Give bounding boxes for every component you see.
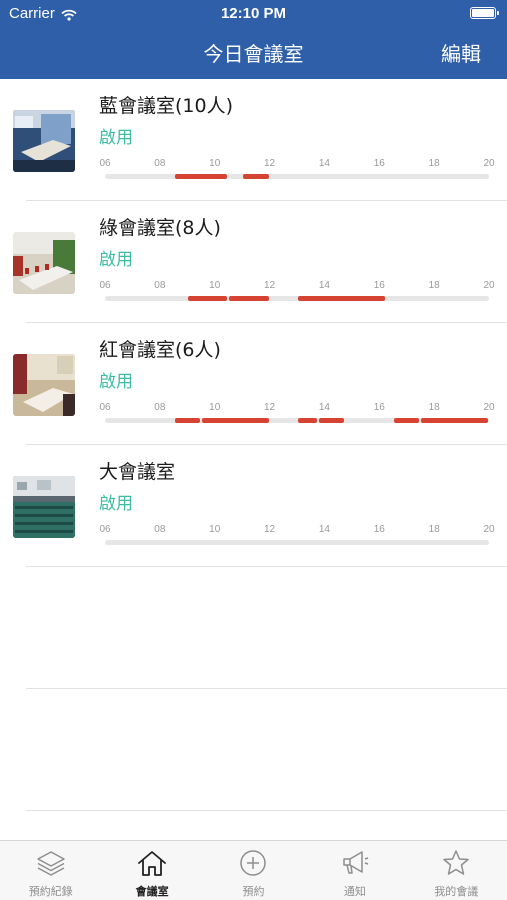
- booking-segment: [318, 418, 344, 423]
- timeline-tick-label: 10: [209, 524, 221, 535]
- timeline-tick-label: 06: [99, 158, 111, 169]
- timeline-tick-label: 10: [209, 402, 221, 413]
- timeline-track: [105, 174, 489, 179]
- tab-my-meetings[interactable]: 我的會議: [406, 841, 507, 900]
- navigation-header: Carrier 12:10 PM 今日會議室 編輯: [0, 0, 507, 79]
- timeline-tick-label: 12: [264, 402, 276, 413]
- timeline-tick-label: 20: [483, 158, 495, 169]
- room-row[interactable]: 藍會議室(10人) 啟用 06 08 10 12 14 16 18 20: [0, 79, 507, 201]
- status-time: 12:10 PM: [220, 5, 287, 22]
- room-name: 綠會議室(8人): [99, 217, 221, 239]
- timeline-tick-label: 06: [99, 280, 111, 291]
- timeline-tick-label: 16: [373, 158, 385, 169]
- tab-meeting-rooms[interactable]: 會議室: [101, 841, 202, 900]
- tab-label: 預約: [242, 885, 265, 898]
- timeline-tick-label: 20: [483, 402, 495, 413]
- room-status: 啟用: [99, 372, 133, 392]
- booking-segment: [174, 418, 200, 423]
- booking-segment: [202, 418, 269, 423]
- room-status: 啟用: [99, 128, 133, 148]
- room-name: 藍會議室(10人): [99, 95, 234, 117]
- empty-row: [0, 689, 507, 811]
- timeline-tick-label: 06: [99, 402, 111, 413]
- tab-label: 我的會議: [434, 885, 479, 898]
- timeline-tick-label: 18: [428, 280, 440, 291]
- room-list: 藍會議室(10人) 啟用 06 08 10 12 14 16 18 20 綠會議室(8人) 啟…: [0, 79, 507, 811]
- timeline-track: [105, 540, 489, 545]
- megaphone-icon: [343, 851, 369, 874]
- booking-segment: [174, 174, 228, 179]
- timeline-tick-label: 08: [154, 280, 166, 291]
- edit-button[interactable]: 編輯: [441, 38, 481, 67]
- timeline-tick-label: 12: [264, 280, 276, 291]
- timeline-tick-label: 18: [428, 524, 440, 535]
- timeline-track: [105, 296, 489, 301]
- room-photo-blue: [13, 110, 75, 172]
- room-name: 大會議室: [99, 461, 176, 483]
- timeline-tick-label: 08: [154, 524, 166, 535]
- room-name: 紅會議室(6人): [99, 339, 221, 361]
- battery-icon: [470, 7, 499, 19]
- booking-segment: [421, 418, 488, 423]
- page-title: 今日會議室: [203, 42, 304, 66]
- home-icon: [138, 851, 166, 876]
- tab-reservation-history[interactable]: 預約紀錄: [0, 841, 101, 900]
- layers-icon: [36, 851, 65, 876]
- timeline-tick-label: 14: [318, 402, 330, 413]
- timeline-track: [105, 418, 489, 423]
- timeline-tick-label: 16: [373, 280, 385, 291]
- timeline-tick-label: 08: [154, 158, 166, 169]
- timeline-tick-label: 12: [264, 524, 276, 535]
- tab-label: 預約紀錄: [28, 885, 73, 898]
- room-status: 啟用: [99, 494, 133, 514]
- timeline-ticks: 06 08 10 12 14 16 18 20: [99, 280, 499, 292]
- timeline-tick-label: 16: [373, 524, 385, 535]
- booking-segment: [243, 174, 269, 179]
- room-row[interactable]: 大會議室 啟用 06 08 10 12 14 16 18 20: [0, 445, 507, 567]
- tab-bar: 預約紀錄 會議室 預約 通知 我的會議: [0, 840, 507, 900]
- timeline-tick-label: 14: [318, 280, 330, 291]
- star-icon: [443, 850, 470, 875]
- empty-row: [0, 567, 507, 689]
- booking-segment: [394, 418, 420, 423]
- timeline-tick-label: 08: [154, 402, 166, 413]
- booking-segment: [229, 296, 269, 301]
- timeline-tick-label: 12: [264, 158, 276, 169]
- timeline-tick-label: 16: [373, 402, 385, 413]
- timeline-tick-label: 10: [209, 158, 221, 169]
- timeline-ticks: 06 08 10 12 14 16 18 20: [99, 402, 499, 414]
- tab-reserve[interactable]: 預約: [203, 841, 304, 900]
- status-bar: Carrier 12:10 PM: [0, 0, 507, 28]
- timeline-tick-label: 06: [99, 524, 111, 535]
- room-photo-large: [13, 476, 75, 538]
- timeline-tick-label: 20: [483, 280, 495, 291]
- tab-label: 通知: [343, 885, 366, 898]
- booking-segment: [298, 418, 317, 423]
- room-row[interactable]: 綠會議室(8人) 啟用 06 08 10 12 14 16 18 20: [0, 201, 507, 323]
- timeline-tick-label: 14: [318, 524, 330, 535]
- booking-segment: [298, 296, 386, 301]
- timeline-tick-label: 10: [209, 280, 221, 291]
- tab-label: 會議室: [135, 885, 169, 898]
- room-photo-green: [13, 232, 75, 294]
- timeline-ticks: 06 08 10 12 14 16 18 20: [99, 524, 499, 536]
- timeline-tick-label: 18: [428, 158, 440, 169]
- timeline-ticks: 06 08 10 12 14 16 18 20: [99, 158, 499, 170]
- timeline-tick-label: 20: [483, 524, 495, 535]
- room-status: 啟用: [99, 250, 133, 270]
- timeline-tick-label: 14: [318, 158, 330, 169]
- timeline-tick-label: 18: [428, 402, 440, 413]
- booking-segment: [188, 296, 228, 301]
- room-row[interactable]: 紅會議室(6人) 啟用 06 08 10 12 14 16 18 20: [0, 323, 507, 445]
- room-photo-red: [13, 354, 75, 416]
- divider: [26, 810, 507, 811]
- tab-notifications[interactable]: 通知: [304, 841, 405, 900]
- plus-circle-icon: [240, 850, 267, 876]
